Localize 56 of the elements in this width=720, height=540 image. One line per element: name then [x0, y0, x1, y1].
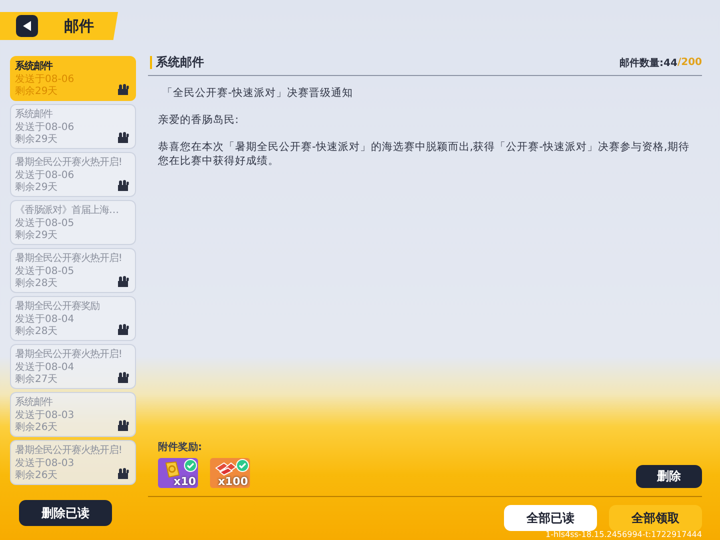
back-button[interactable] [16, 15, 38, 37]
mail-item[interactable]: 系统邮件 发送于08-06 剩余29天 [10, 104, 136, 149]
mail-remaining: 剩余29天 [15, 230, 58, 242]
mail-item[interactable]: 《香肠派对》首届上海… 发送于08-05 剩余29天 [10, 200, 136, 245]
build-info: 1-hls4ss-18.15.2456994-t:1722917444 [546, 530, 702, 539]
rewards-label: 附件奖励: [158, 440, 203, 454]
reward-item[interactable]: x10 [158, 458, 198, 488]
mail-item[interactable]: 暑期全民公开赛奖励 发送于08-04 剩余28天 [10, 296, 136, 341]
mail-date: 发送于08-03 [15, 410, 74, 422]
mail-date: 发送于08-05 [15, 218, 74, 230]
mail-date: 发送于08-06 [15, 74, 74, 86]
mail-item[interactable]: 暑期全民公开赛火热开启! 发送于08-03 剩余26天 [10, 440, 136, 485]
mail-date: 发送于08-04 [15, 362, 74, 374]
mail-item[interactable]: 系统邮件 发送于08-03 剩余26天 [10, 392, 136, 437]
mail-date: 发送于08-06 [15, 122, 74, 134]
mail-date: 发送于08-05 [15, 266, 74, 278]
mail-title: 暑期全民公开赛火热开启! [15, 348, 122, 362]
mail-count: 邮件数量:44 [620, 56, 678, 70]
mail-paragraph: 亲爱的香肠岛民: [158, 113, 240, 127]
back-icon [22, 21, 32, 31]
mail-title: 《香肠派对》首届上海… [15, 204, 118, 218]
mail-title: 暑期全民公开赛火热开启! [15, 156, 122, 170]
mail-remaining: 剩余26天 [15, 470, 58, 482]
mail-capacity: /200 [677, 57, 702, 68]
mail-paragraph: 恭喜您在本次「暑期全民公开赛-快速派对」的海选赛中脱颖而出,获得「公开赛-快速派对」决赛参与资格,期待您在比赛中获得好成绩。 [158, 140, 690, 168]
mail-title: 暑期全民公开赛火热开启! [15, 252, 122, 266]
reward-count: x100 [218, 475, 248, 488]
mail-remaining: 剩余28天 [15, 278, 58, 290]
mail-date: 发送于08-03 [15, 458, 74, 470]
mail-item[interactable]: 暑期全民公开赛火热开启! 发送于08-04 剩余27天 [10, 344, 136, 389]
mail-remaining: 剩余29天 [15, 134, 58, 146]
read-all-button[interactable]: 全部已读 [504, 505, 597, 531]
delete-read-button[interactable]: 删除已读 [19, 500, 112, 526]
mail-title: 暑期全民公开赛火热开启! [15, 444, 122, 458]
mail-item[interactable]: 暑期全民公开赛火热开启! 发送于08-06 剩余29天 [10, 152, 136, 197]
mail-date: 发送于08-06 [15, 170, 74, 182]
mail-paragraph: 「全民公开赛-快速派对」决赛晋级通知 [161, 86, 354, 100]
claim-all-button[interactable]: 全部领取 [609, 505, 702, 531]
mail-title: 系统邮件 [15, 396, 53, 410]
mail-title: 暑期全民公开赛奖励 [15, 300, 100, 314]
mail-remaining: 剩余26天 [15, 422, 58, 434]
mail-remaining: 剩余29天 [15, 86, 58, 98]
mail-item[interactable]: 暑期全民公开赛火热开启! 发送于08-05 剩余28天 [10, 248, 136, 293]
reward-count: x10 [174, 475, 196, 488]
mail-item[interactable]: 系统邮件 发送于08-06 剩余29天 [10, 56, 136, 101]
page-title: 邮件 [64, 16, 94, 36]
delete-button[interactable]: 删除 [636, 465, 702, 488]
mail-remaining: 剩余27天 [15, 374, 58, 386]
reward-item[interactable]: x100 [210, 458, 250, 488]
mail-remaining: 剩余28天 [15, 326, 58, 338]
mail-date: 发送于08-04 [15, 314, 74, 326]
mail-title: 系统邮件 [15, 60, 53, 74]
mail-title: 系统邮件 [15, 108, 53, 122]
mail-subject-title: 系统邮件 [156, 54, 205, 71]
mail-remaining: 剩余29天 [15, 182, 58, 194]
cards-icon [214, 460, 238, 476]
